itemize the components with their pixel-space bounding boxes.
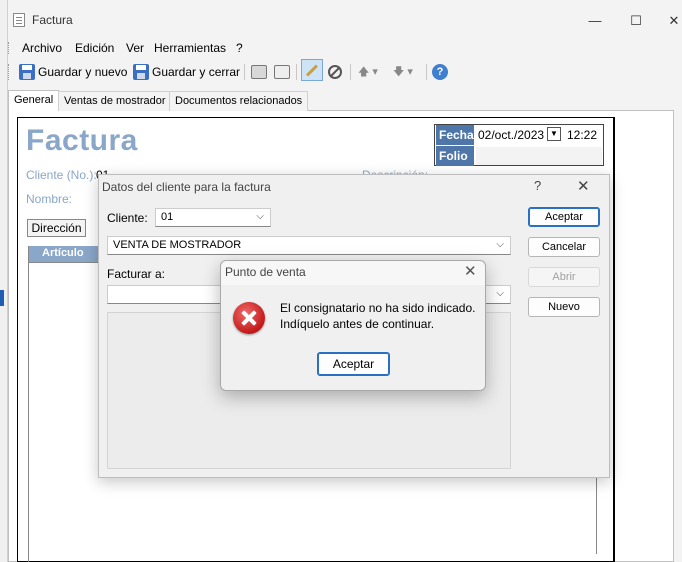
dialog-help-button[interactable]: ? <box>534 178 541 193</box>
nombre-label: Nombre: <box>26 192 73 206</box>
toolbar-grip <box>8 64 11 80</box>
menu-help[interactable]: ? <box>236 41 243 55</box>
facturar-label: Facturar a: <box>107 267 166 281</box>
chevron-down-icon: ⌵ <box>496 239 504 250</box>
arrow-down-icon: 🡇 ▾ <box>393 65 413 78</box>
grid-line <box>28 262 100 263</box>
cancel-button[interactable]: Cancelar <box>528 237 600 257</box>
close-button[interactable]: ✕ <box>664 12 682 30</box>
print-preview-icon <box>274 65 290 79</box>
menu-archivo[interactable]: Archivo <box>22 41 62 55</box>
dialog-close-button[interactable]: ✕ <box>577 177 590 195</box>
edit-button[interactable] <box>301 59 323 81</box>
client-name-value: VENTA DE MOSTRADOR <box>113 239 242 251</box>
arrow-up-icon: 🡅 ▾ <box>358 65 378 78</box>
printer-icon <box>251 65 267 79</box>
print-button[interactable] <box>251 62 270 82</box>
cliente-select-value: 01 <box>161 211 174 223</box>
save-new-button[interactable]: Guardar y nuevo <box>19 62 127 82</box>
toolbar-separator <box>296 64 297 80</box>
tab-ventas-mostrador[interactable]: Ventas de mostrador <box>58 91 172 111</box>
error-icon <box>233 302 265 334</box>
client-name-select[interactable]: VENTA DE MOSTRADOR ⌵ <box>107 236 511 255</box>
grid-scroll-edge <box>596 478 600 554</box>
menu-ver[interactable]: Ver <box>126 41 144 55</box>
message-close-button[interactable]: ✕ <box>464 262 477 280</box>
save-new-label: Guardar y nuevo <box>38 65 128 79</box>
tab-general[interactable]: General <box>8 90 60 111</box>
title-bar: Factura — ☐ ✕ <box>0 6 682 34</box>
document-icon <box>13 13 25 27</box>
help-button[interactable]: ? <box>432 62 448 82</box>
minimize-button[interactable]: — <box>585 12 605 30</box>
time-value[interactable]: 12:22 <box>567 128 597 142</box>
message-line-2: Indíquelo antes de continuar. <box>280 317 435 331</box>
direccion-button[interactable]: Dirección <box>27 219 86 237</box>
folio-field[interactable] <box>476 147 602 165</box>
accept-button[interactable]: Aceptar <box>528 207 600 227</box>
cancel-document-button[interactable] <box>328 62 345 82</box>
save-icon <box>133 64 149 80</box>
message-line-1: El consignatario no ha sido indicado. <box>280 301 476 315</box>
cancel-icon <box>328 65 342 79</box>
help-icon: ? <box>432 64 448 80</box>
folio-label: Folio <box>436 146 474 166</box>
grid-line <box>28 246 29 562</box>
toolbar-separator <box>244 64 245 80</box>
invoice-title: Factura <box>26 124 138 157</box>
cliente-select[interactable]: 01 ⌵ <box>155 208 271 227</box>
toolbar-separator <box>350 64 351 80</box>
menu-bar: Archivo Edición Ver Herramientas ? <box>0 38 682 58</box>
message-accept-button[interactable]: Aceptar <box>317 352 390 376</box>
date-dropdown-icon[interactable]: ▼ <box>547 127 561 141</box>
cliente-label: Cliente: <box>107 211 148 225</box>
open-button[interactable]: Abrir <box>528 267 600 287</box>
save-icon <box>19 64 35 80</box>
toolbar-separator <box>426 64 427 80</box>
chevron-down-icon: ⌵ <box>496 288 504 299</box>
date-value[interactable]: 02/oct./2023 <box>478 128 544 142</box>
pencil-icon <box>301 59 323 81</box>
window-title: Factura <box>32 13 73 27</box>
menu-edicion[interactable]: Edición <box>75 41 114 55</box>
menu-grip <box>8 42 11 54</box>
message-box-title: Punto de venta <box>225 265 306 279</box>
tab-documentos-relacionados[interactable]: Documentos relacionados <box>169 91 309 111</box>
maximize-button[interactable]: ☐ <box>626 12 646 30</box>
move-up-button[interactable]: 🡅 ▾ <box>358 62 378 82</box>
menu-herramientas[interactable]: Herramientas <box>154 41 226 55</box>
chevron-down-icon: ⌵ <box>256 211 264 222</box>
move-down-button[interactable]: 🡇 ▾ <box>393 62 413 82</box>
save-close-label: Guardar y cerrar <box>152 65 241 79</box>
toolbar: Guardar y nuevo Guardar y cerrar 🡅 ▾ 🡇 ▾… <box>0 59 682 85</box>
cliente-no-label: Cliente (No.): <box>26 168 97 182</box>
background-accent <box>0 290 4 306</box>
client-dialog-title: Datos del cliente para la factura <box>102 180 271 194</box>
grid-header-articulo: Artículo <box>28 246 98 262</box>
preview-button[interactable] <box>274 62 293 82</box>
save-close-button[interactable]: Guardar y cerrar <box>133 62 240 82</box>
new-button[interactable]: Nuevo <box>528 297 600 317</box>
fecha-label: Fecha <box>436 125 474 145</box>
